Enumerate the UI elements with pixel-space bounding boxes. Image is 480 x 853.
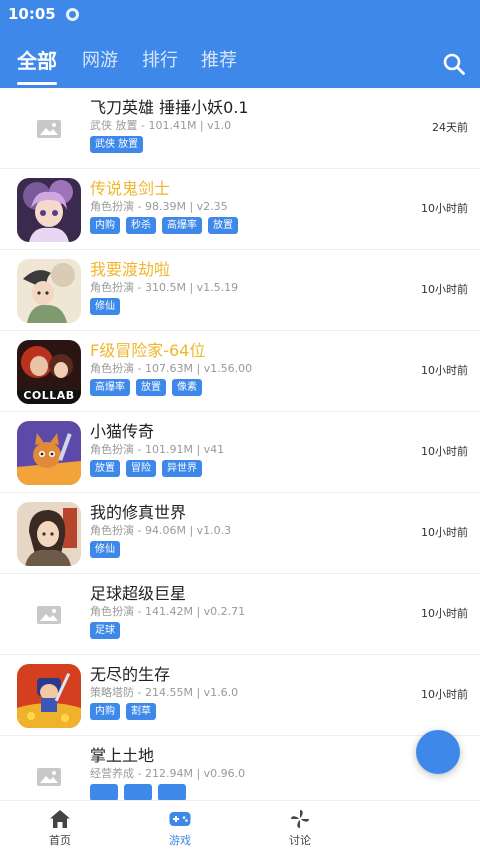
game-tag[interactable]: 高爆率	[90, 379, 130, 396]
game-row[interactable]: 足球超级巨星 角色扮演 - 141.42M | v0.2.71 足球 10小时前	[0, 574, 480, 655]
nav-discussion[interactable]: 讨论	[260, 807, 340, 851]
game-name: 小猫传奇	[90, 422, 155, 441]
floating-action-button[interactable]	[416, 730, 460, 774]
game-meta: 角色扮演 - 310.5M | v1.5.19	[90, 281, 239, 294]
game-name: 足球超级巨星	[90, 584, 187, 603]
game-name: 飞刀英雄 捶捶小妖0.1	[90, 98, 249, 117]
game-icon	[17, 502, 81, 566]
image-placeholder-icon	[17, 745, 81, 800]
game-name: 我要渡劫啦	[90, 260, 171, 279]
game-tags	[90, 784, 186, 800]
game-name: 我的修真世界	[90, 503, 187, 522]
tab-ranking[interactable]: 排行	[142, 46, 178, 76]
game-meta: 角色扮演 - 98.39M | v2.35	[90, 200, 228, 213]
game-tags: 内购 割草	[90, 703, 156, 720]
bottom-nav: 首页 游戏 讨论	[0, 800, 480, 853]
game-name: 无尽的生存	[90, 665, 171, 684]
status-time: 10:05	[8, 5, 56, 23]
collab-badge: COLLAB	[23, 389, 75, 402]
game-tag[interactable]: 内购	[90, 217, 120, 234]
game-row[interactable]: 飞刀英雄 捶捶小妖0.1 武侠 放置 - 101.41M | v1.0 武侠 放…	[0, 88, 480, 169]
game-tag[interactable]: 修仙	[90, 298, 120, 315]
game-icon	[17, 259, 81, 323]
game-row[interactable]: 我要渡劫啦 角色扮演 - 310.5M | v1.5.19 修仙 10小时前	[0, 250, 480, 331]
nav-games[interactable]: 游戏	[140, 807, 220, 851]
game-tags: 足球	[90, 622, 120, 639]
game-tag[interactable]: 内购	[90, 703, 120, 720]
category-tabs: 全部 网游 排行 推荐	[0, 40, 480, 88]
update-time: 10小时前	[421, 607, 468, 620]
game-icon: COLLAB	[17, 340, 81, 404]
game-tag[interactable]: 像素	[172, 379, 202, 396]
game-row[interactable]: 小猫传奇 角色扮演 - 101.91M | v41 放置 冒险 异世界 10小时…	[0, 412, 480, 493]
tab-recommend[interactable]: 推荐	[201, 46, 237, 76]
update-time: 10小时前	[421, 364, 468, 377]
update-time: 10小时前	[421, 283, 468, 296]
game-tags: 修仙	[90, 541, 120, 558]
image-placeholder-icon	[17, 97, 81, 161]
game-tags: 内购 秒杀 高爆率 放置	[90, 217, 238, 234]
notification-icon	[65, 7, 79, 21]
nav-home[interactable]: 首页	[20, 807, 100, 851]
game-meta: 策略塔防 - 214.55M | v1.6.0	[90, 686, 239, 699]
tab-all[interactable]: 全部	[17, 46, 57, 76]
game-tags: 放置 冒险 异世界	[90, 460, 202, 477]
nav-games-label: 游戏	[169, 834, 191, 847]
game-tags: 武侠 放置	[90, 136, 144, 153]
game-tag[interactable]: 放置	[136, 379, 166, 396]
game-meta: 角色扮演 - 101.91M | v41	[90, 443, 225, 456]
app-screen: 10:05 全部 网游 排行 推荐 飞刀英雄 捶捶小妖0.1 武侠 放置 - 1…	[0, 0, 480, 853]
update-time: 24天前	[432, 121, 468, 134]
game-name: 传说鬼剑士	[90, 179, 171, 198]
tab-online[interactable]: 网游	[82, 46, 118, 76]
game-name: 掌上土地	[90, 746, 155, 765]
game-tag[interactable]	[158, 784, 186, 800]
game-meta: 角色扮演 - 94.06M | v1.0.3	[90, 524, 232, 537]
game-tag[interactable]: 足球	[90, 622, 120, 639]
update-time: 10小时前	[421, 526, 468, 539]
game-row[interactable]: 掌上土地 经营养成 - 212.94M | v0.96.0	[0, 736, 480, 800]
game-tag[interactable]: 高爆率	[162, 217, 202, 234]
update-time: 10小时前	[421, 445, 468, 458]
game-meta: 角色扮演 - 107.63M | v1.56.00	[90, 362, 253, 375]
status-bar: 10:05	[8, 4, 79, 24]
game-icon	[17, 664, 81, 728]
game-tag[interactable]: 武侠 放置	[90, 136, 144, 153]
game-tag[interactable]: 异世界	[162, 460, 202, 477]
game-tags: 高爆率 放置 像素	[90, 379, 202, 396]
game-icon	[17, 178, 81, 242]
home-icon	[50, 810, 70, 828]
game-row[interactable]: COLLAB F级冒险家-64位 角色扮演 - 107.63M | v1.56.…	[0, 331, 480, 412]
game-tag[interactable]: 秒杀	[126, 217, 156, 234]
nav-discussion-label: 讨论	[289, 834, 311, 847]
game-meta: 经营养成 - 212.94M | v0.96.0	[90, 767, 246, 780]
game-tag[interactable]: 割草	[126, 703, 156, 720]
active-tab-indicator	[17, 82, 57, 85]
nav-home-label: 首页	[49, 834, 71, 847]
game-tag[interactable]: 放置	[208, 217, 238, 234]
game-icon	[17, 421, 81, 485]
game-name: F级冒险家-64位	[90, 341, 206, 360]
image-placeholder-icon	[17, 583, 81, 647]
game-row[interactable]: 传说鬼剑士 角色扮演 - 98.39M | v2.35 内购 秒杀 高爆率 放置…	[0, 169, 480, 250]
game-tag[interactable]: 修仙	[90, 541, 120, 558]
game-meta: 角色扮演 - 141.42M | v0.2.71	[90, 605, 246, 618]
pinwheel-icon	[290, 809, 310, 829]
update-time: 10小时前	[421, 688, 468, 701]
search-icon[interactable]	[442, 52, 466, 76]
gamepad-icon	[169, 812, 191, 826]
update-time: 10小时前	[421, 202, 468, 215]
game-list: 飞刀英雄 捶捶小妖0.1 武侠 放置 - 101.41M | v1.0 武侠 放…	[0, 88, 480, 800]
game-row[interactable]: 我的修真世界 角色扮演 - 94.06M | v1.0.3 修仙 10小时前	[0, 493, 480, 574]
game-meta: 武侠 放置 - 101.41M | v1.0	[90, 119, 232, 132]
game-tag[interactable]	[90, 784, 118, 800]
top-bar: 10:05 全部 网游 排行 推荐	[0, 0, 480, 88]
game-tags: 修仙	[90, 298, 120, 315]
game-tag[interactable]: 放置	[90, 460, 120, 477]
game-row[interactable]: 无尽的生存 策略塔防 - 214.55M | v1.6.0 内购 割草 10小时…	[0, 655, 480, 736]
game-tag[interactable]	[124, 784, 152, 800]
game-tag[interactable]: 冒险	[126, 460, 156, 477]
